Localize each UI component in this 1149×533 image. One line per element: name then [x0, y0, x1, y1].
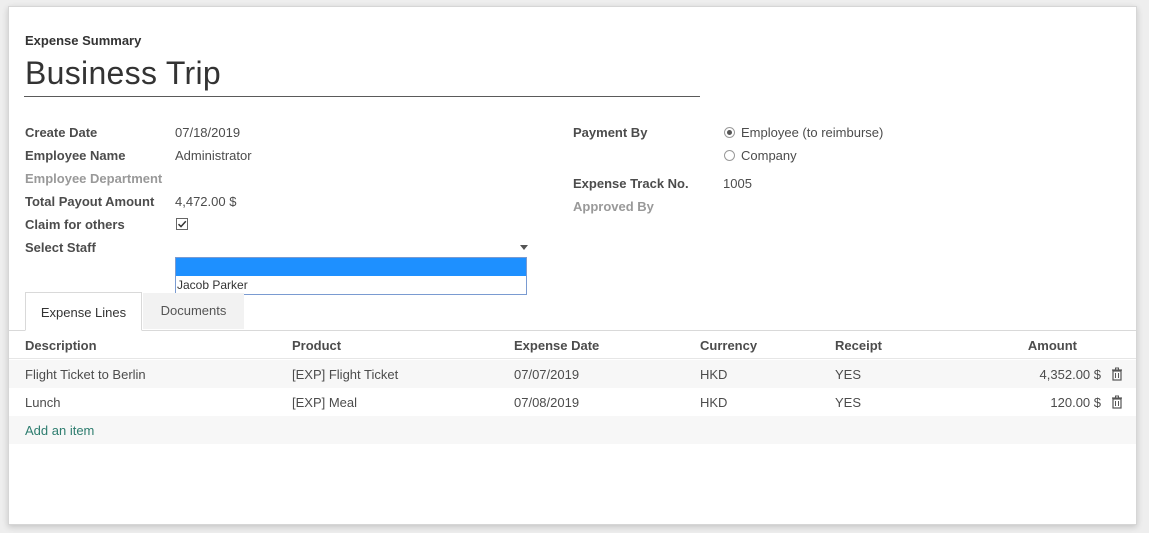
- payment-company-radio[interactable]: [724, 150, 735, 161]
- employee-name-label: Employee Name: [25, 148, 126, 163]
- employee-department-label: Employee Department: [25, 171, 163, 186]
- select-staff-dropdown[interactable]: [175, 237, 529, 257]
- select-staff-label: Select Staff: [25, 240, 96, 255]
- column-header-product[interactable]: Product: [292, 338, 341, 353]
- staff-options-list[interactable]: Jacob Parker: [175, 257, 527, 295]
- row-date: 07/08/2019: [514, 395, 580, 410]
- radio-selected-dot: [727, 130, 732, 135]
- tab-expense-lines[interactable]: Expense Lines: [25, 292, 142, 331]
- row-description: Flight Ticket to Berlin: [25, 367, 146, 382]
- caret-down-icon[interactable]: [520, 245, 528, 250]
- row-product: [EXP] Meal: [292, 395, 358, 410]
- column-header-amount[interactable]: Amount: [977, 338, 1077, 353]
- row-currency: HKD: [700, 395, 728, 410]
- record-title-input[interactable]: Business Trip: [25, 55, 221, 92]
- checkmark-icon: [177, 220, 187, 228]
- expense-track-value: 1005: [723, 176, 752, 191]
- row-receipt: YES: [835, 395, 862, 410]
- add-item-row: Add an item: [9, 416, 1136, 444]
- create-date-label: Create Date: [25, 125, 98, 140]
- claim-for-others-checkbox[interactable]: [176, 218, 188, 230]
- payment-by-label: Payment By: [573, 125, 648, 140]
- table-row[interactable]: Lunch [EXP] Meal 07/08/2019 HKD YES 120.…: [9, 388, 1136, 416]
- column-header-receipt[interactable]: Receipt: [835, 338, 882, 353]
- row-amount: 120.00 $: [1050, 395, 1101, 410]
- title-underline: [24, 96, 700, 97]
- header-divider: [9, 358, 1136, 359]
- trash-icon[interactable]: [1110, 367, 1124, 381]
- row-description: Lunch: [25, 395, 61, 410]
- total-payout-value: 4,472.00 $: [175, 194, 237, 209]
- add-item-link[interactable]: Add an item: [25, 423, 94, 438]
- staff-option-jacob-parker[interactable]: Jacob Parker: [177, 278, 248, 292]
- staff-option-empty[interactable]: [176, 258, 526, 276]
- employee-name-field[interactable]: Administrator: [175, 148, 252, 163]
- row-amount: 4,352.00 $: [1039, 367, 1101, 382]
- payment-company-label[interactable]: Company: [741, 148, 797, 163]
- trash-icon[interactable]: [1110, 395, 1124, 409]
- create-date-value: 07/18/2019: [175, 125, 241, 140]
- payment-employee-radio[interactable]: [724, 127, 735, 138]
- column-header-description[interactable]: Description: [25, 338, 97, 353]
- row-currency: HKD: [700, 367, 728, 382]
- tabs-divider: [9, 330, 1136, 331]
- row-receipt: YES: [835, 367, 862, 382]
- row-date: 07/07/2019: [514, 367, 580, 382]
- payment-employee-label[interactable]: Employee (to reimburse): [741, 125, 883, 140]
- total-payout-label: Total Payout Amount: [25, 194, 155, 209]
- claim-for-others-label: Claim for others: [25, 217, 125, 232]
- form-subtitle: Expense Summary: [25, 33, 142, 48]
- expense-track-label: Expense Track No.: [573, 176, 689, 191]
- approved-by-label: Approved By: [573, 199, 654, 214]
- tab-documents[interactable]: Documents: [143, 293, 244, 329]
- column-header-expense-date[interactable]: Expense Date: [514, 338, 599, 353]
- row-product: [EXP] Flight Ticket: [292, 367, 399, 382]
- table-row[interactable]: Flight Ticket to Berlin [EXP] Flight Tic…: [9, 360, 1136, 388]
- column-header-currency[interactable]: Currency: [700, 338, 757, 353]
- form-sheet: Expense Summary Business Trip Create Dat…: [8, 6, 1137, 525]
